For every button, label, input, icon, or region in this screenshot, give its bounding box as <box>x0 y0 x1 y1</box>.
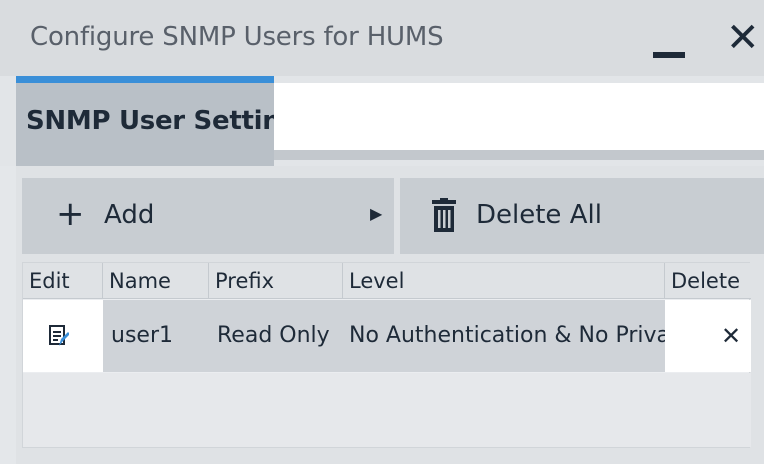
table-empty-area <box>23 373 751 447</box>
tab-strip-empty <box>274 83 764 159</box>
plus-icon: + <box>56 194 85 234</box>
minimize-icon <box>653 52 685 58</box>
column-header-prefix[interactable]: Prefix <box>209 263 343 299</box>
delete-row-icon[interactable]: ✕ <box>716 300 746 372</box>
add-button[interactable]: + Add ▶ <box>22 178 394 254</box>
title-bar: Configure SNMP Users for HUMS ✕ <box>0 0 764 76</box>
column-header-delete[interactable]: Delete <box>665 263 751 299</box>
name-cell: user1 <box>103 300 209 372</box>
submenu-arrow-icon: ▶ <box>370 204 383 223</box>
trash-icon <box>432 198 456 232</box>
column-header-level[interactable]: Level <box>343 263 665 299</box>
delete-all-label: Delete All <box>476 200 602 230</box>
close-icon: ✕ <box>726 15 760 61</box>
delete-all-button[interactable]: Delete All <box>400 178 764 254</box>
dialog-title: Configure SNMP Users for HUMS <box>30 22 444 52</box>
edit-cell[interactable] <box>23 300 103 372</box>
level-cell: No Authentication & No Privac <box>343 300 665 372</box>
snmp-users-table: Edit Name Prefix Level Delete user1 Read… <box>22 262 751 448</box>
active-tab-indicator <box>16 76 274 83</box>
edit-icon <box>49 325 69 346</box>
tab-snmp-user-settings[interactable]: SNMP User Settings <box>16 76 314 166</box>
tab-label: SNMP User Settings <box>26 106 314 136</box>
column-header-edit[interactable]: Edit <box>23 263 103 299</box>
add-label: Add <box>104 200 155 230</box>
tab-divider <box>274 150 764 160</box>
table-header: Edit Name Prefix Level Delete <box>23 263 751 299</box>
column-header-name[interactable]: Name <box>103 263 209 299</box>
configure-snmp-users-dialog: Configure SNMP Users for HUMS ✕ SNMP Use… <box>0 0 764 464</box>
close-button[interactable]: ✕ <box>722 15 762 61</box>
table-row[interactable]: user1 Read Only No Authentication & No P… <box>23 300 751 372</box>
minimize-button[interactable] <box>648 22 692 62</box>
prefix-cell: Read Only <box>209 300 343 372</box>
